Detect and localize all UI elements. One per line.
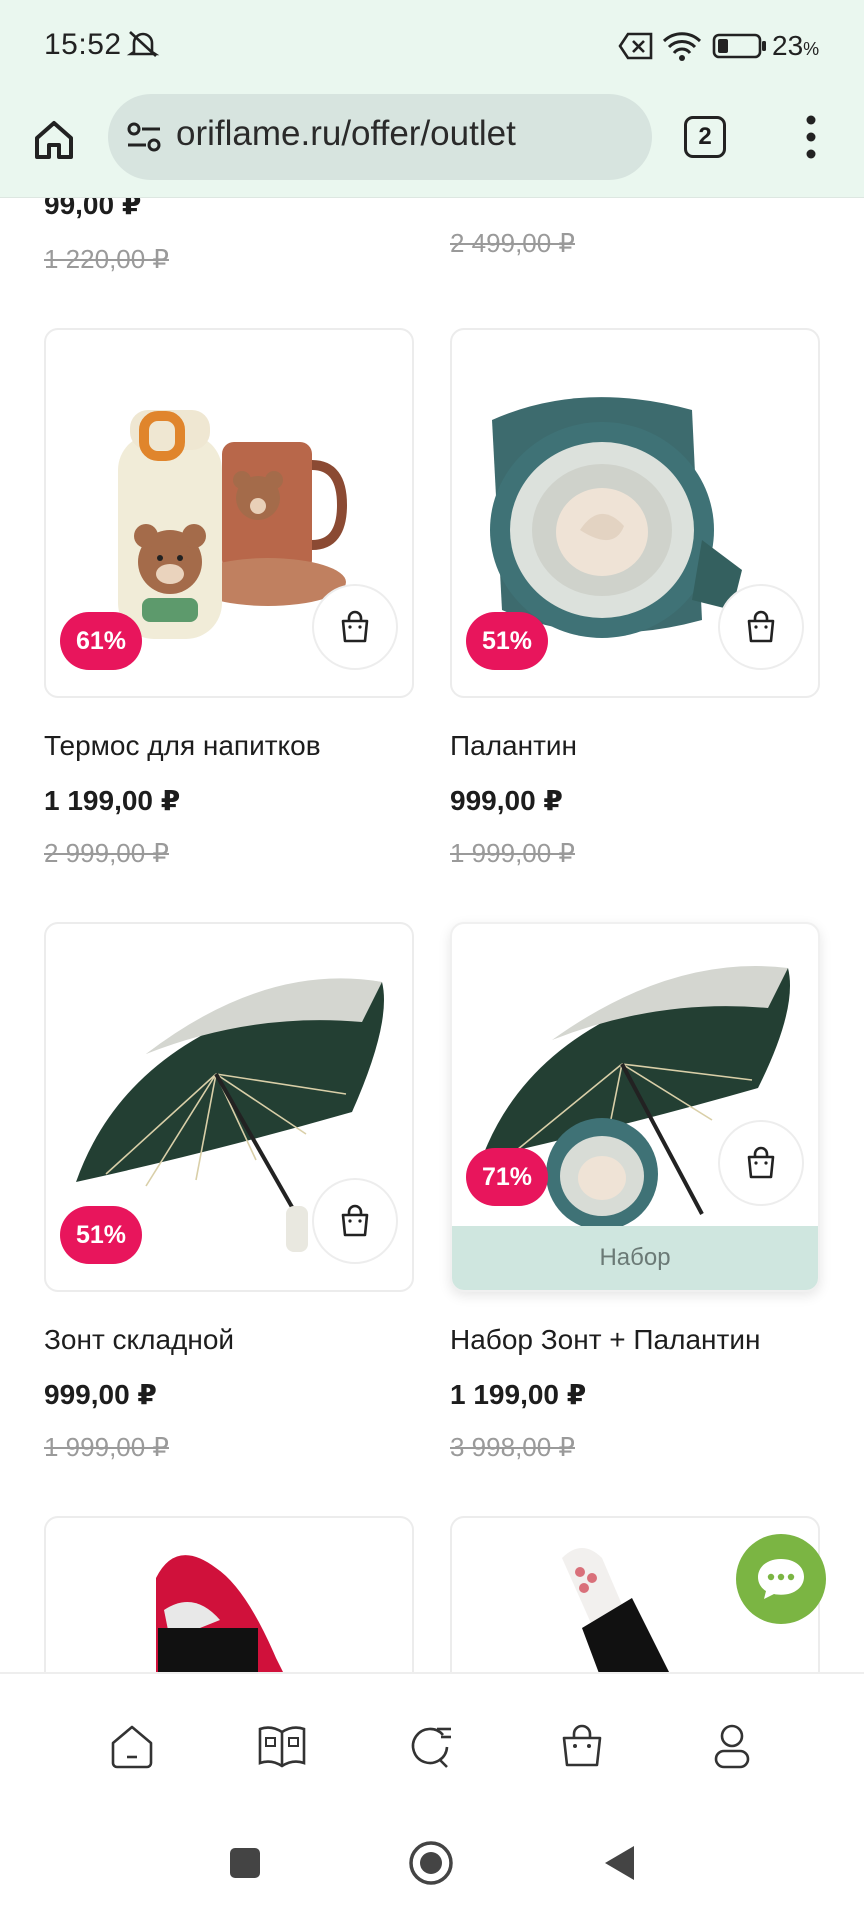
product-card-lipstick[interactable] <box>44 1516 414 1672</box>
product-card-set[interactable]: 71% Набор <box>450 922 820 1292</box>
product-old-price: 2 999,00 ₽ <box>44 838 169 868</box>
no-sim-icon <box>618 32 653 60</box>
battery-percent: 23% <box>772 30 819 62</box>
recents-button[interactable] <box>220 1838 270 1888</box>
nav-cart[interactable] <box>554 1718 610 1774</box>
partial-old-price-left: 1 220,00 ₽ <box>44 244 169 274</box>
status-bar: 15:52 23% <box>0 0 864 92</box>
battery-value: 23 <box>772 30 804 61</box>
set-tag: Набор <box>452 1226 818 1290</box>
recents-icon <box>230 1848 260 1878</box>
bag-icon <box>341 1204 369 1237</box>
product-price: 999,00 ₽ <box>450 785 563 816</box>
browser-chrome: 15:52 23% oriflame.ru/offer/outlet 2 <box>0 0 864 198</box>
chat-bubble-icon <box>758 1559 804 1599</box>
partial-old-price-right: 2 499,00 ₽ <box>450 228 575 258</box>
nav-profile[interactable] <box>704 1718 760 1774</box>
bag-icon <box>747 610 775 643</box>
back-button[interactable] <box>594 1838 644 1888</box>
chat-button[interactable] <box>736 1534 826 1624</box>
add-to-cart-button[interactable] <box>312 1178 398 1264</box>
profile-icon <box>714 1724 750 1769</box>
product-title[interactable]: Палантин <box>450 730 577 762</box>
nav-home[interactable] <box>104 1718 160 1774</box>
product-grid: 99,00 ₽ 1 220,00 ₽ 2 499,00 ₽ 61% Термос… <box>0 0 864 1672</box>
discount-badge: 71% <box>466 1148 548 1206</box>
catalog-icon <box>258 1726 306 1768</box>
nav-search[interactable] <box>404 1718 460 1774</box>
home-icon <box>111 1725 153 1769</box>
more-menu-icon[interactable] <box>796 112 826 162</box>
system-nav <box>0 1802 864 1920</box>
product-card-scarf[interactable]: 51% <box>450 328 820 698</box>
product-old-price: 1 999,00 ₽ <box>44 1432 169 1462</box>
bag-icon <box>747 1146 775 1179</box>
url-text[interactable]: oriflame.ru/offer/outlet <box>176 114 516 154</box>
product-title[interactable]: Набор Зонт + Палантин <box>450 1324 760 1356</box>
product-price: 999,00 ₽ <box>44 1379 157 1410</box>
wifi-icon <box>662 32 702 61</box>
nav-catalog[interactable] <box>254 1718 310 1774</box>
system-home-icon <box>409 1841 453 1885</box>
add-to-cart-button[interactable] <box>718 584 804 670</box>
bottom-nav <box>0 1672 864 1802</box>
discount-badge: 51% <box>60 1206 142 1264</box>
product-title[interactable]: Зонт складной <box>44 1324 234 1356</box>
battery-unit: % <box>803 39 820 59</box>
product-title[interactable]: Термос для напитков <box>44 730 321 762</box>
discount-badge: 61% <box>60 612 142 670</box>
cart-icon <box>562 1724 602 1767</box>
product-old-price: 1 999,00 ₽ <box>450 838 575 868</box>
add-to-cart-button[interactable] <box>312 584 398 670</box>
search-icon <box>411 1727 451 1768</box>
product-card-umbrella[interactable]: 51% <box>44 922 414 1292</box>
browser-home-button[interactable] <box>26 112 82 168</box>
system-home-button[interactable] <box>406 1838 456 1888</box>
back-icon <box>605 1846 634 1880</box>
mute-icon <box>126 31 160 57</box>
discount-badge: 51% <box>466 612 548 670</box>
site-settings-icon[interactable] <box>126 120 162 154</box>
tab-switcher-button[interactable]: 2 <box>684 116 726 158</box>
battery-icon <box>712 33 766 59</box>
add-to-cart-button[interactable] <box>718 1120 804 1206</box>
bag-icon <box>341 610 369 643</box>
status-time: 15:52 <box>44 28 122 61</box>
product-card-thermos[interactable]: 61% <box>44 328 414 698</box>
lipstick-image <box>156 1555 283 1672</box>
home-icon <box>35 121 73 159</box>
product-price: 1 199,00 ₽ <box>44 785 181 816</box>
product-old-price: 3 998,00 ₽ <box>450 1432 575 1462</box>
product-price: 1 199,00 ₽ <box>450 1379 587 1410</box>
